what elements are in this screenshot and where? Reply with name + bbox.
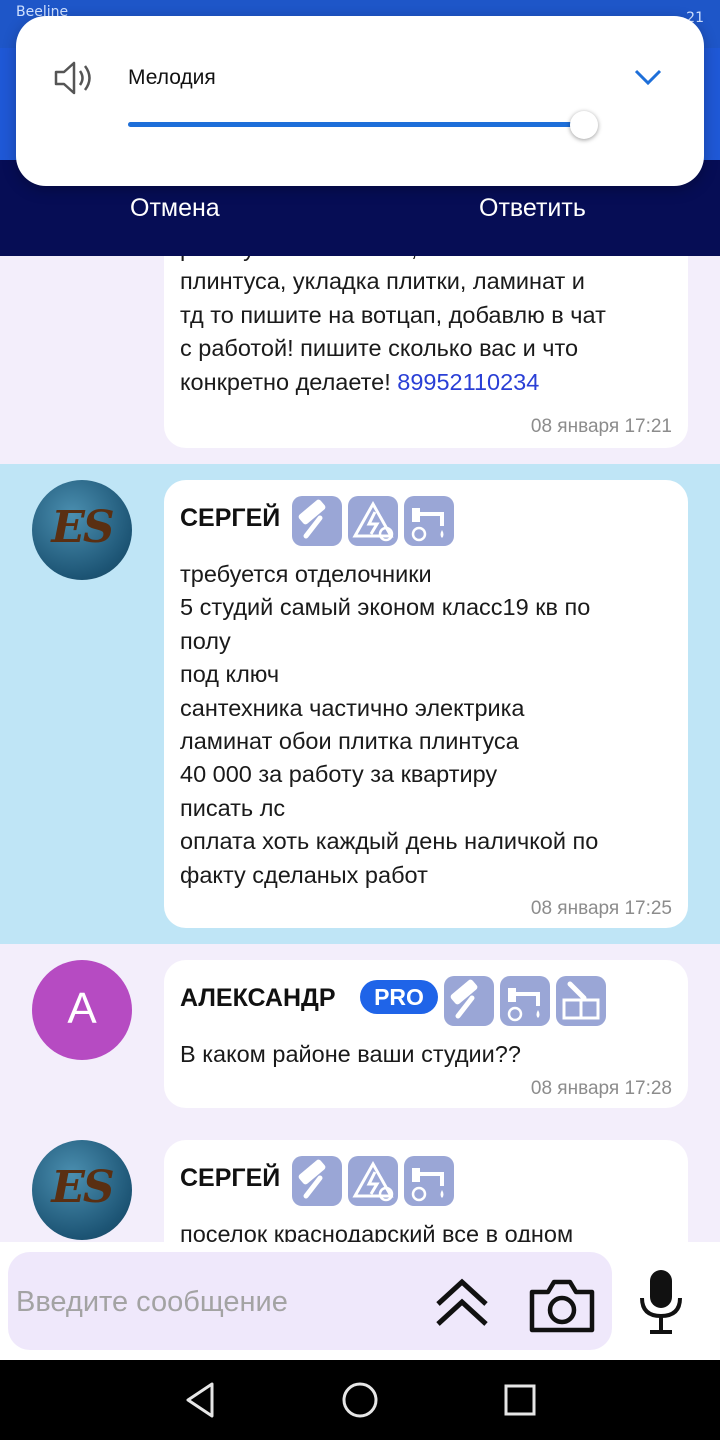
message-row-highlighted: ES СЕРГЕЙ требуется отделочники 5 студий…: [0, 464, 720, 944]
message-line: конкретно делаете! 89952110234: [180, 366, 680, 399]
message-line: оплата хоть каждый день наличкой по: [180, 828, 599, 855]
message-line: под ключ: [180, 661, 280, 688]
volume-slider[interactable]: [128, 111, 598, 139]
message-line: В каком районе ваши студии??: [180, 1041, 521, 1067]
home-icon[interactable]: [338, 1378, 382, 1422]
avatar[interactable]: ES: [32, 1140, 132, 1240]
message-line: факту сделаных работ: [180, 861, 428, 888]
message-bubble[interactable]: СЕРГЕЙ поселок краснодарский все в одном: [164, 1140, 688, 1242]
message-line: ламинат обои плитка плинтуса: [180, 728, 519, 755]
message-time: 08 января 17:28: [530, 1078, 672, 1099]
message-line: поселок краснодарский все в одном: [180, 1221, 574, 1242]
paint-roller-icon[interactable]: [444, 976, 494, 1026]
volume-slider-thumb[interactable]: [570, 111, 598, 139]
message-text: В каком районе ваши студии??: [180, 1038, 680, 1071]
message-input-container: [8, 1252, 612, 1350]
chevron-down-icon[interactable]: [632, 66, 664, 88]
camera-icon[interactable]: [528, 1276, 596, 1338]
paint-roller-icon[interactable]: [292, 1156, 342, 1206]
message-text: работу по шпатлевки, поклейки плинтуса, …: [180, 256, 680, 399]
recent-apps-icon[interactable]: [498, 1378, 542, 1422]
message-input-bar: [0, 1242, 720, 1360]
message-bubble[interactable]: работу по шпатлевки, поклейки плинтуса, …: [164, 256, 688, 448]
message-text: требуется отделочники 5 студий самый эко…: [180, 558, 680, 892]
avatar-initial: А: [67, 984, 97, 1033]
plumbing-icon[interactable]: [500, 976, 550, 1026]
message-line: писать лс: [180, 794, 286, 821]
volume-panel: Мелодия: [16, 16, 704, 186]
message-row: работу по шпатлевки, поклейки плинтуса, …: [0, 256, 720, 464]
message-input[interactable]: [16, 1280, 426, 1324]
plumbing-icon[interactable]: [404, 496, 454, 546]
speaker-icon[interactable]: [52, 58, 94, 98]
message-list[interactable]: работу по шпатлевки, поклейки плинтуса, …: [0, 256, 720, 1242]
message-line-text: конкретно делаете!: [180, 368, 398, 395]
message-line: работу по шпатлевки, поклейки: [180, 256, 680, 265]
paint-roller-icon[interactable]: [292, 496, 342, 546]
system-navigation-bar: [0, 1360, 720, 1440]
microphone-icon[interactable]: [638, 1268, 684, 1340]
message-time: 08 января 17:25: [530, 898, 672, 919]
message-text: поселок краснодарский все в одном: [180, 1218, 680, 1242]
volume-slider-fill: [128, 122, 584, 127]
author-name[interactable]: СЕРГЕЙ: [180, 1164, 280, 1193]
electric-icon[interactable]: [348, 1156, 398, 1206]
double-chevron-up-icon[interactable]: [432, 1278, 492, 1334]
avatar[interactable]: А: [32, 960, 132, 1060]
message-time: 08 января 17:21: [530, 416, 672, 437]
message-line: сантехника частично электрика: [180, 694, 525, 721]
plumbing-icon[interactable]: [404, 1156, 454, 1206]
message-bubble[interactable]: СЕРГЕЙ требуется отделочники 5 студий са…: [164, 480, 688, 928]
reply-button[interactable]: Ответить: [479, 194, 586, 223]
volume-label: Мелодия: [128, 66, 216, 89]
message-line: плинтуса, укладка плитки, ламинат и: [180, 268, 585, 295]
avatar[interactable]: ES: [32, 480, 132, 580]
message-line: 40 000 за работу за квартиру: [180, 761, 498, 788]
avatar-initials: ES: [51, 1162, 114, 1213]
pro-badge: PRO: [360, 980, 438, 1014]
message-line: полу: [180, 627, 231, 654]
message-row: ES СЕРГЕЙ поселок краснодарский все в од…: [0, 1124, 720, 1242]
author-name[interactable]: СЕРГЕЙ: [180, 504, 280, 533]
message-line: с работой! пишите сколько вас и что: [180, 335, 579, 362]
message-line: тд то пишите на вотцап, добавлю в чат: [180, 301, 606, 328]
author-name[interactable]: АЛЕКСАНДР: [180, 984, 336, 1013]
avatar-initials: ES: [51, 502, 114, 553]
tile-icon[interactable]: [556, 976, 606, 1026]
message-line: требуется отделочники: [180, 561, 432, 587]
back-icon[interactable]: [180, 1378, 224, 1422]
message-line: 5 студий самый эконом класс19 кв по: [180, 594, 591, 621]
cancel-button[interactable]: Отмена: [130, 194, 220, 223]
message-bubble[interactable]: АЛЕКСАНДР PRO В каком районе ваши студии…: [164, 960, 688, 1108]
message-row: А АЛЕКСАНДР PRO В каком районе ваши студ…: [0, 944, 720, 1124]
phone-link[interactable]: 89952110234: [397, 369, 539, 395]
electric-icon[interactable]: [348, 496, 398, 546]
